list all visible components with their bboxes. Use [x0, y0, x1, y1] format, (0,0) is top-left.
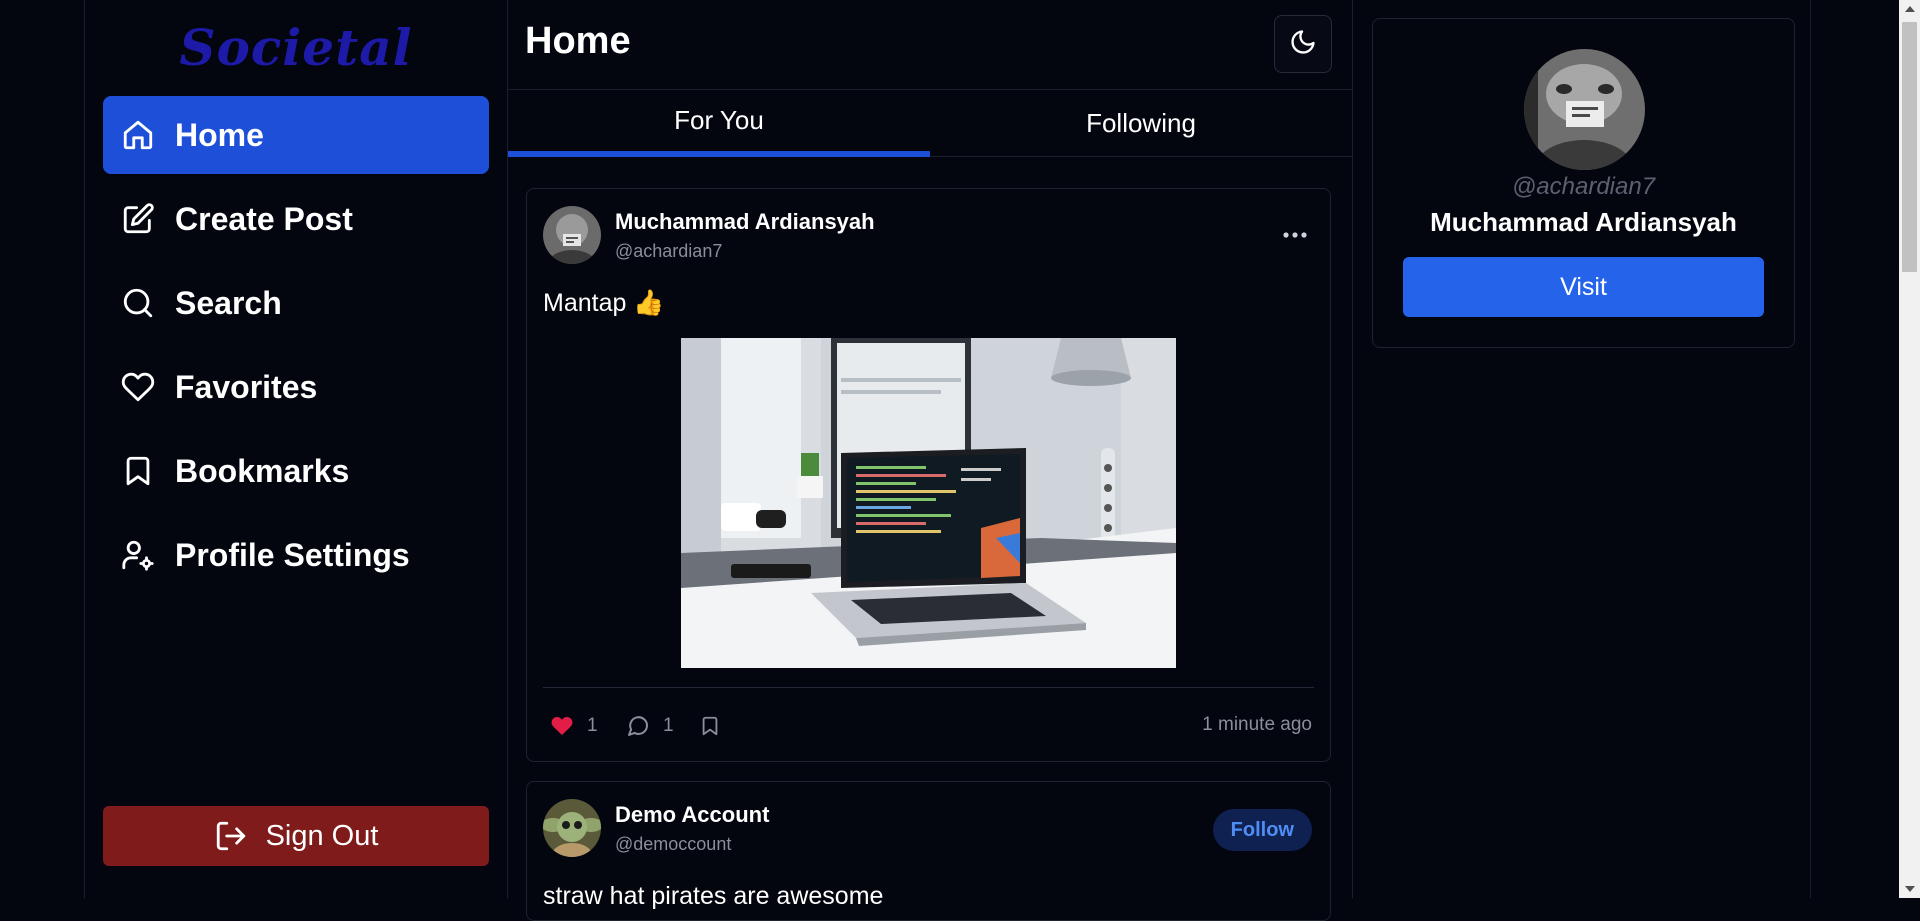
feed-tabs: For You Following	[508, 90, 1352, 157]
active-tab-indicator	[508, 151, 930, 157]
sidebar: Societal Home Create Post Search Favorit…	[85, 0, 507, 898]
app-logo[interactable]: Societal	[85, 18, 507, 77]
sidebar-item-profile-settings[interactable]: Profile Settings	[103, 516, 489, 594]
theme-toggle-button[interactable]	[1274, 15, 1332, 73]
moon-icon	[1289, 28, 1317, 61]
sidebar-item-label: Favorites	[175, 368, 318, 405]
feed-header: Home	[508, 0, 1352, 90]
divider	[1810, 0, 1811, 898]
post-card: Muchammad Ardiansyah @achardian7 Mantap …	[526, 188, 1331, 762]
post-text: Mantap 👍	[543, 289, 665, 317]
profile-card: @achardian7 Muchammad Ardiansyah Visit	[1372, 18, 1795, 348]
bookmark-icon	[697, 713, 723, 739]
edit-icon	[121, 202, 155, 236]
author-name[interactable]: Demo Account	[615, 802, 769, 828]
more-horizontal-icon	[1282, 226, 1308, 244]
scroll-up-arrow-icon[interactable]	[1899, 0, 1920, 18]
comment-count: 1	[663, 715, 674, 736]
post-card: Demo Account @democcount Follow straw ha…	[526, 781, 1331, 921]
bookmark-icon	[121, 454, 155, 488]
sidebar-item-create-post[interactable]: Create Post	[103, 180, 489, 258]
post-text: straw hat pirates are awesome	[543, 882, 884, 910]
search-icon	[121, 286, 155, 320]
heart-filled-icon	[549, 713, 575, 739]
main-feed: Home For You Following Muchammad Ardians…	[508, 0, 1352, 921]
sidebar-item-label: Create Post	[175, 200, 353, 237]
sign-out-label: Sign Out	[265, 819, 379, 852]
heart-icon	[121, 370, 155, 404]
profile-handle: @achardian7	[1511, 173, 1656, 200]
tab-for-you[interactable]: For You	[508, 90, 930, 156]
sidebar-item-label: Search	[175, 284, 282, 321]
page-title: Home	[525, 20, 631, 62]
post-image-laptop[interactable]	[681, 338, 1176, 668]
comment-button[interactable]: 1	[625, 713, 674, 739]
scroll-down-arrow-icon[interactable]	[1899, 880, 1920, 898]
post-divider	[543, 687, 1314, 688]
author-name[interactable]: Muchammad Ardiansyah	[615, 209, 875, 235]
tab-label: For You	[674, 104, 764, 135]
sidebar-item-label: Bookmarks	[175, 452, 350, 489]
post-timestamp: 1 minute ago	[1202, 714, 1312, 735]
like-button[interactable]: 1	[549, 713, 598, 739]
sign-out-button[interactable]: Sign Out	[103, 806, 489, 866]
user-cog-icon	[121, 538, 155, 572]
sidebar-item-favorites[interactable]: Favorites	[103, 348, 489, 426]
author-avatar[interactable]	[543, 799, 601, 857]
author-avatar[interactable]	[543, 206, 601, 264]
right-panel: @achardian7 Muchammad Ardiansyah Visit	[1353, 0, 1808, 898]
profile-avatar[interactable]	[1524, 49, 1645, 170]
home-icon	[121, 118, 155, 152]
follow-button[interactable]: Follow	[1212, 809, 1312, 851]
sidebar-item-label: Home	[175, 116, 264, 153]
comment-icon	[625, 713, 651, 739]
author-handle[interactable]: @achardian7	[615, 241, 722, 262]
app-layout: Societal Home Create Post Search Favorit…	[0, 0, 1900, 921]
log-out-icon	[214, 819, 248, 853]
tab-following[interactable]: Following	[930, 90, 1352, 156]
page-scrollbar[interactable]	[1899, 0, 1920, 898]
more-options-button[interactable]	[1277, 223, 1313, 247]
visit-button[interactable]: Visit	[1403, 257, 1764, 317]
sidebar-item-label: Profile Settings	[175, 536, 410, 573]
sidebar-item-search[interactable]: Search	[103, 264, 489, 342]
tab-label: Following	[1086, 107, 1196, 138]
author-handle[interactable]: @democcount	[615, 834, 731, 855]
profile-name: Muchammad Ardiansyah	[1430, 207, 1737, 237]
sidebar-item-bookmarks[interactable]: Bookmarks	[103, 432, 489, 510]
like-count: 1	[587, 715, 598, 736]
bookmark-button[interactable]	[697, 713, 735, 739]
scrollbar-thumb[interactable]	[1902, 22, 1917, 272]
sidebar-item-home[interactable]: Home	[103, 96, 489, 174]
